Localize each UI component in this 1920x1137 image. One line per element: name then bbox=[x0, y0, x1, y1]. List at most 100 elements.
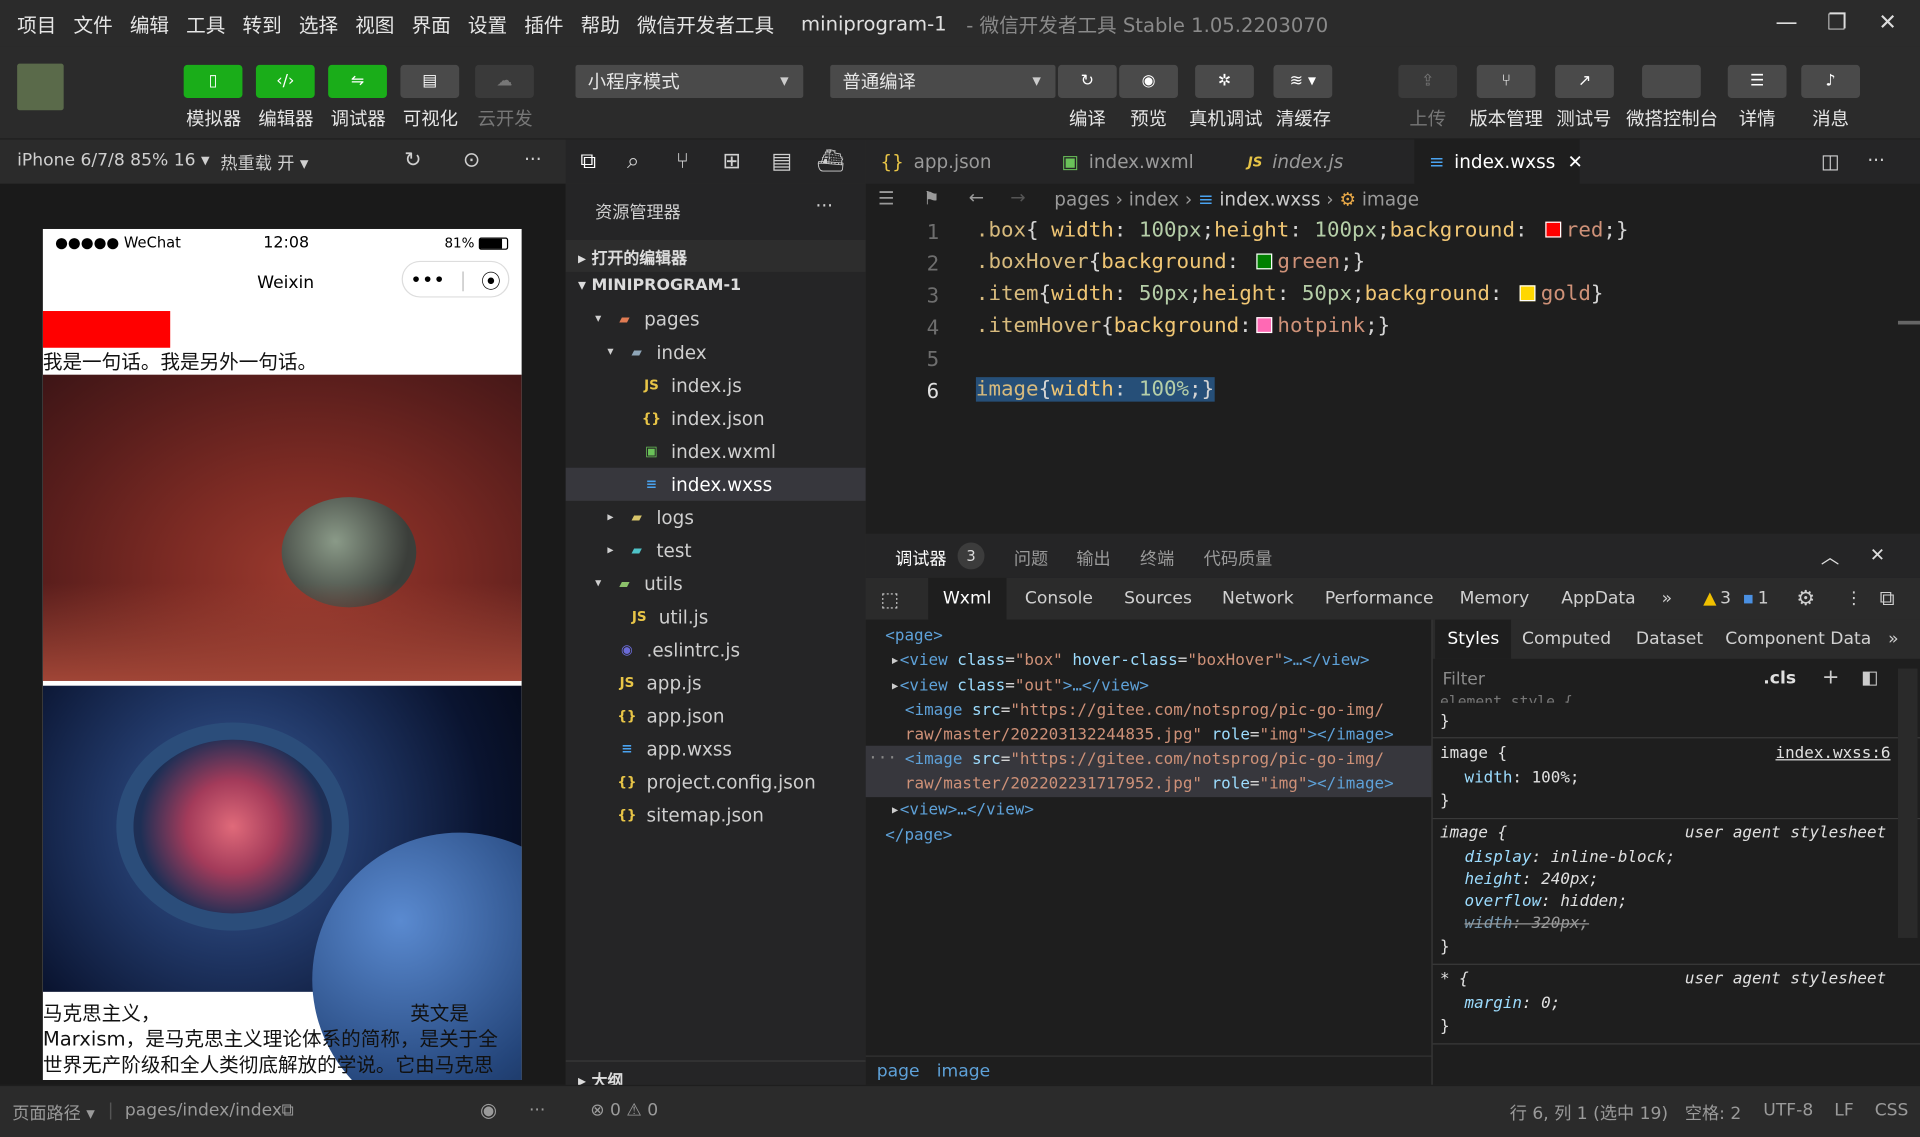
menu-item-file[interactable]: 文件 bbox=[73, 9, 112, 38]
tab-appdata[interactable]: AppData bbox=[1561, 578, 1635, 620]
tree-item-index-folder[interactable]: ▾ ▰ index bbox=[607, 336, 706, 369]
rule-decl-width[interactable]: width: 100%; bbox=[1464, 769, 1579, 787]
menu-item-select[interactable]: 选择 bbox=[299, 9, 338, 38]
cloud-button[interactable]: ☁ bbox=[475, 64, 534, 98]
upload-button[interactable]: ⇪ bbox=[1398, 64, 1458, 98]
filter-input[interactable]: Filter bbox=[1442, 670, 1484, 690]
menu-item-tools[interactable]: 工具 bbox=[186, 9, 225, 38]
editor-button[interactable]: ‹/› bbox=[255, 64, 315, 98]
menu-item-wechat-devtools[interactable]: 微信开发者工具 bbox=[637, 9, 774, 38]
breadcrumb-index[interactable]: index bbox=[1129, 189, 1179, 211]
tree-item-app-wxss[interactable]: ≡ app.wxss bbox=[617, 732, 732, 765]
version-mgmt-button[interactable]: ⑂ bbox=[1476, 64, 1536, 98]
warning-count[interactable]: ▲ 3 bbox=[1703, 578, 1731, 620]
tab-component-data[interactable]: Component Data bbox=[1725, 620, 1871, 659]
files-icon[interactable]: ⧉ bbox=[580, 148, 596, 174]
settings-gear-icon[interactable]: ⚙ bbox=[1796, 578, 1815, 620]
breadcrumb-symbol[interactable]: image bbox=[1362, 189, 1419, 211]
node-more-icon[interactable]: ··· bbox=[868, 749, 897, 767]
tab-dataset[interactable]: Dataset bbox=[1636, 620, 1703, 659]
tab-index-wxss[interactable]: ≡ index.wxss ✕ bbox=[1414, 139, 1583, 184]
tree-item-sitemap[interactable]: {} sitemap.json bbox=[617, 798, 764, 831]
editor-more-icon[interactable]: ··· bbox=[1867, 149, 1885, 171]
toggle-sidebar-icon[interactable]: ◧ bbox=[1861, 666, 1878, 688]
close-panel-icon[interactable]: ✕ bbox=[1870, 544, 1885, 566]
tab-problems[interactable]: 问题 bbox=[1014, 546, 1048, 570]
list-icon[interactable]: ☰ bbox=[878, 187, 894, 209]
encoding[interactable]: UTF-8 bbox=[1763, 1101, 1813, 1121]
project-header[interactable]: ▾ MINIPROGRAM-1 bbox=[578, 277, 741, 295]
tab-sources[interactable]: Sources bbox=[1124, 578, 1192, 620]
back-arrow-icon[interactable]: ← bbox=[969, 186, 984, 208]
current-page-path[interactable]: pages/index/index bbox=[125, 1101, 282, 1121]
docker-icon[interactable]: ⛴ bbox=[817, 148, 845, 174]
tab-index-js[interactable]: JS index.js bbox=[1233, 140, 1413, 184]
visual-button[interactable]: ▤ bbox=[400, 64, 460, 98]
node-page-open[interactable]: <page> bbox=[885, 627, 943, 645]
source-control-icon[interactable]: ⑂ bbox=[676, 148, 689, 174]
ua-image-selector[interactable]: image { bbox=[1440, 824, 1507, 842]
dock-icon[interactable]: ⧉ bbox=[1880, 578, 1895, 620]
record-icon[interactable]: ⊙ bbox=[463, 148, 480, 172]
red-box[interactable] bbox=[42, 311, 171, 348]
explorer-more-icon[interactable]: ··· bbox=[816, 195, 834, 217]
code-editor[interactable]: 1 2 3 4 5 6 .box{ width: 100px;height: 1… bbox=[865, 215, 1920, 534]
kebab-menu-icon[interactable]: ⋮ bbox=[1845, 578, 1862, 620]
inspect-icon[interactable]: ⬚ bbox=[880, 578, 899, 620]
tab-terminal[interactable]: 终端 bbox=[1140, 546, 1174, 570]
forward-arrow-icon[interactable]: → bbox=[1010, 186, 1025, 208]
language-mode[interactable]: CSS bbox=[1875, 1101, 1909, 1121]
problems-summary[interactable]: ⊗ 0 ⚠ 0 bbox=[590, 1101, 658, 1121]
tree-item-index-wxss[interactable]: ≡ index.wxss bbox=[642, 468, 772, 501]
close-tab-icon[interactable]: ✕ bbox=[1568, 151, 1583, 173]
cursor-position[interactable]: 行 6, 列 1 (选中 19) bbox=[1510, 1101, 1668, 1125]
avatar[interactable] bbox=[17, 63, 64, 111]
console-panel-button[interactable] bbox=[1642, 64, 1701, 98]
copy-icon[interactable]: ⧉ bbox=[282, 1101, 294, 1121]
maximize-icon[interactable]: ❐ bbox=[1827, 10, 1847, 36]
cls-toggle[interactable]: .cls bbox=[1763, 669, 1796, 689]
search-icon[interactable]: ⌕ bbox=[627, 148, 639, 174]
minimize-icon[interactable]: — bbox=[1776, 10, 1798, 36]
tab-network[interactable]: Network bbox=[1222, 578, 1294, 620]
tree-item-app-js[interactable]: JS app.js bbox=[617, 666, 702, 699]
color-swatch-gold[interactable] bbox=[1519, 285, 1536, 302]
more-icon[interactable]: ··· bbox=[529, 1101, 545, 1121]
close-target-icon[interactable]: ⦿ bbox=[481, 264, 501, 293]
tree-item-util-js[interactable]: JS util.js bbox=[629, 600, 709, 633]
tree-item-app-json[interactable]: {} app.json bbox=[617, 699, 724, 732]
debugger-button[interactable]: ⇋ bbox=[328, 64, 387, 98]
eye-icon[interactable]: ◉ bbox=[480, 1098, 497, 1121]
close-window-icon[interactable]: ✕ bbox=[1878, 10, 1896, 36]
more-dots-icon[interactable]: ••• bbox=[410, 268, 445, 291]
node-image-1[interactable]: <image src="https://gitee.com/notsprog/p… bbox=[905, 702, 1384, 720]
split-editor-icon[interactable]: ◫ bbox=[1821, 149, 1840, 172]
preview-button[interactable]: ◉ bbox=[1119, 64, 1178, 98]
clear-cache-button[interactable]: ≋ ▾ bbox=[1273, 64, 1333, 98]
tree-item-index-js[interactable]: JS index.js bbox=[642, 369, 742, 402]
scrollbar[interactable] bbox=[1897, 320, 1920, 325]
tree-item-project-config[interactable]: {} project.config.json bbox=[617, 765, 815, 798]
mode-select[interactable]: 小程序模式 ▼ bbox=[575, 64, 804, 98]
more-icon[interactable]: ··· bbox=[524, 148, 542, 170]
tab-code-quality[interactable]: 代码质量 bbox=[1204, 546, 1273, 570]
simulator-button[interactable]: ▯ bbox=[183, 64, 243, 98]
line-ending[interactable]: LF bbox=[1834, 1101, 1853, 1121]
test-account-button[interactable]: ↗ bbox=[1555, 64, 1614, 98]
node-image-2[interactable]: <image src="https://gitee.com/notsprog/p… bbox=[905, 751, 1384, 769]
capsule-menu[interactable]: ••• | ⦿ bbox=[401, 260, 510, 298]
tree-item-index-wxml[interactable]: ▣ index.wxml bbox=[642, 435, 776, 468]
rule-source-link[interactable]: index.wxss:6 bbox=[1776, 744, 1891, 762]
tab-debugger-panel[interactable]: 调试器 bbox=[895, 546, 946, 570]
rotate-icon[interactable]: ↻ bbox=[404, 148, 421, 172]
info-count[interactable]: ▪ 1 bbox=[1742, 578, 1768, 620]
tab-wxml[interactable]: Wxml bbox=[928, 577, 1007, 620]
ua-universal-selector[interactable]: * { bbox=[1440, 970, 1469, 988]
details-button[interactable]: ☰ bbox=[1727, 64, 1787, 98]
tree-item-pages[interactable]: ▾ ▰ pages bbox=[595, 302, 699, 335]
node-view-box[interactable]: ▸<view class="box" hover-class="boxHover… bbox=[890, 651, 1369, 669]
extensions-icon[interactable]: ⊞ bbox=[722, 148, 740, 174]
device-select[interactable]: iPhone 6/7/8 85% 16 ▾ bbox=[17, 151, 209, 171]
add-rule-icon[interactable]: + bbox=[1822, 665, 1839, 689]
bookmark-icon[interactable]: ⚑ bbox=[923, 187, 939, 209]
